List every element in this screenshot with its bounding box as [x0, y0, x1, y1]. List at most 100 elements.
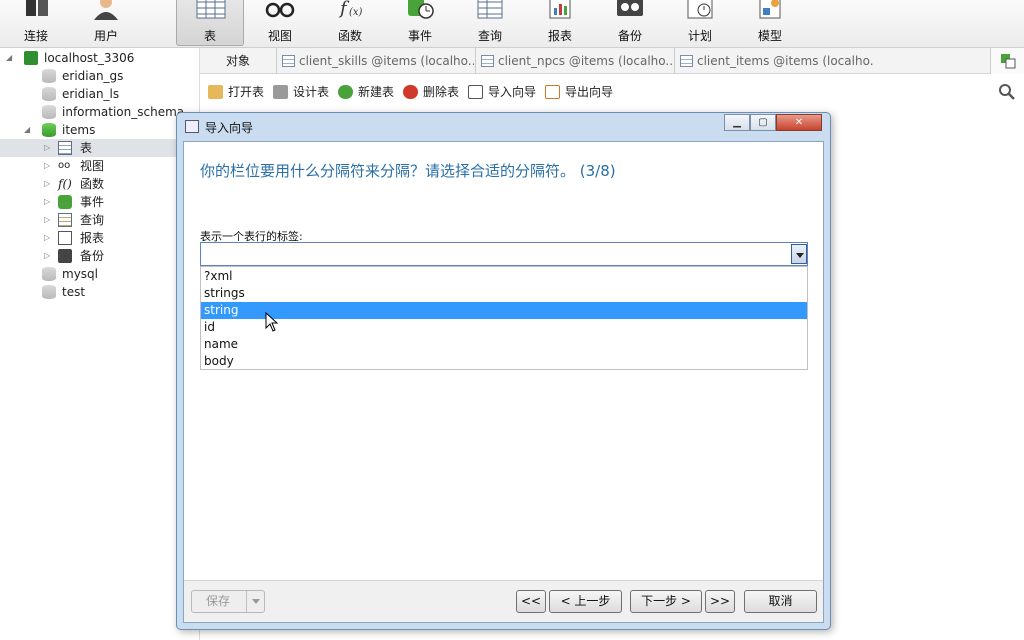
tree-item-tables[interactable]: ▷ 表 — [0, 139, 200, 157]
toolbar-user-button[interactable]: 用户 — [74, 0, 138, 46]
database-icon — [42, 69, 56, 83]
export-wizard-button[interactable]: 导出向导 — [545, 83, 613, 101]
toolbar-view-label: 视图 — [267, 29, 292, 43]
expand-arrow-icon[interactable]: ◢ — [24, 121, 34, 139]
toolbar-model-button[interactable]: 模型 — [738, 0, 802, 46]
collapse-arrow-icon[interactable]: ▷ — [44, 175, 54, 193]
new-table-icon — [338, 85, 353, 99]
database-icon — [42, 285, 56, 299]
tree-item-views[interactable]: ▷ oo 视图 — [0, 157, 200, 175]
delete-table-button[interactable]: 删除表 — [403, 83, 459, 101]
toolbar-event-button[interactable]: 事件 — [388, 0, 452, 46]
import-wizard-icon — [185, 120, 199, 133]
tree-item-reports[interactable]: ▷ 报表 — [0, 229, 200, 247]
row-tag-combobox[interactable] — [200, 242, 808, 266]
glasses-icon: oo — [58, 160, 71, 171]
next-step-button[interactable]: 下一步 > — [630, 590, 702, 613]
tree-item-queries[interactable]: ▷ 查询 — [0, 211, 200, 229]
toolbar-backup-button[interactable]: 备份 — [598, 0, 662, 46]
toolbar-connect-button[interactable]: 连接 — [4, 0, 68, 46]
dialog-title: 导入向导 — [205, 121, 254, 135]
window-controls: ▁ ▢ ✕ — [724, 114, 824, 131]
tree-item-database[interactable]: eridian_gs — [0, 67, 200, 85]
tree-item-database[interactable]: mysql — [0, 265, 200, 283]
tree-database-label: eridian_ls — [62, 87, 120, 101]
dropdown-option[interactable]: body — [201, 353, 807, 370]
import-wizard-button[interactable]: 导入向导 — [468, 83, 536, 101]
dropdown-arrow-icon[interactable] — [791, 244, 807, 264]
cancel-button[interactable]: 取消 — [744, 590, 817, 613]
tree-item-events[interactable]: ▷ 事件 — [0, 193, 200, 211]
report-icon — [58, 231, 72, 245]
event-clock-icon — [58, 195, 72, 209]
toolbar-schedule-button[interactable]: 计划 — [668, 0, 732, 46]
first-step-button[interactable]: << — [516, 590, 546, 613]
dropdown-option[interactable]: name — [201, 336, 807, 353]
save-button[interactable]: 保存 — [191, 590, 265, 613]
event-clock-icon — [408, 0, 434, 19]
tab-objects[interactable]: 对象 — [200, 48, 276, 74]
toolbar-user-label: 用户 — [93, 29, 118, 43]
toolbar-view-button[interactable]: 视图 — [248, 0, 312, 46]
tree-item-database[interactable]: test — [0, 283, 200, 301]
toolbar-report-label: 报表 — [547, 29, 572, 43]
last-step-button[interactable]: >> — [705, 590, 735, 613]
toolbar-event-label: 事件 — [407, 29, 432, 43]
toolbar-query-button[interactable]: 查询 — [458, 0, 522, 46]
tree-node-label: 查询 — [80, 213, 105, 227]
collapse-arrow-icon[interactable]: ▷ — [44, 193, 54, 211]
dialog-body: 你的栏位要用什么分隔符来分隔？请选择合适的分隔符。 (3/8) 表示一个表行的标… — [183, 141, 824, 623]
tree-database-label: eridian_gs — [62, 69, 124, 83]
tree-database-label: items — [62, 123, 96, 137]
dropdown-option[interactable]: id — [201, 319, 807, 336]
tree-node-label: 表 — [80, 141, 93, 155]
database-open-icon — [42, 123, 56, 137]
previous-step-button[interactable]: < 上一步 — [549, 590, 622, 613]
collapse-arrow-icon[interactable]: ▷ — [44, 229, 54, 247]
function-icon: f() — [58, 177, 72, 191]
tree-item-database[interactable]: information_schema — [0, 103, 200, 121]
dialog-titlebar[interactable]: 导入向导 ▁ ▢ ✕ — [177, 113, 830, 141]
toolbar-schedule-label: 计划 — [687, 29, 712, 43]
tab-client-npcs[interactable]: client_npcs @items (localho... — [475, 48, 673, 74]
import-wizard-dialog: 导入向导 ▁ ▢ ✕ 你的栏位要用什么分隔符来分隔？请选择合适的分隔符。 (3/… — [176, 112, 831, 630]
minimize-button[interactable]: ▁ — [724, 114, 750, 131]
expand-arrow-icon[interactable]: ◢ — [6, 49, 16, 67]
minimize-icon: ▁ — [733, 117, 741, 128]
design-table-button[interactable]: 设计表 — [273, 83, 329, 101]
open-table-icon — [208, 85, 223, 99]
tree-node-label: 备份 — [80, 249, 105, 263]
dropdown-option-highlighted[interactable]: string — [201, 302, 807, 319]
tab-client-items[interactable]: client_items @items (localho... — [674, 48, 874, 74]
collapse-arrow-icon[interactable]: ▷ — [44, 139, 54, 157]
table-icon — [282, 55, 295, 67]
toolbar-report-button[interactable]: 报表 — [528, 0, 592, 46]
new-table-button[interactable]: 新建表 — [338, 83, 394, 101]
toolbar-connect-label: 连接 — [23, 29, 48, 43]
chevron-down-icon[interactable] — [246, 591, 264, 612]
server-icon — [24, 51, 38, 65]
toolbar-model-label: 模型 — [757, 29, 782, 43]
toolbar-table-button[interactable]: 表 — [176, 0, 244, 46]
database-icon — [42, 105, 56, 119]
schedule-icon — [687, 0, 713, 19]
dropdown-option[interactable]: strings — [201, 285, 807, 302]
dropdown-option[interactable]: ?xml — [201, 268, 807, 285]
toolbar-function-button[interactable]: f (x) 函数 — [318, 0, 382, 46]
tree-item-database-items[interactable]: ◢ items — [0, 121, 200, 139]
close-button[interactable]: ✕ — [776, 114, 822, 131]
collapse-arrow-icon[interactable]: ▷ — [44, 247, 54, 265]
tree-node-label: 事件 — [80, 195, 105, 209]
object-tab-bar: 对象 client_skills @items (localho... clie… — [200, 48, 1024, 74]
new-tab-button[interactable] — [990, 48, 1024, 74]
search-icon[interactable] — [998, 83, 1016, 101]
tree-item-backups[interactable]: ▷ 备份 — [0, 247, 200, 265]
maximize-button[interactable]: ▢ — [750, 114, 776, 131]
collapse-arrow-icon[interactable]: ▷ — [44, 157, 54, 175]
open-table-button[interactable]: 打开表 — [208, 83, 264, 101]
tree-item-database[interactable]: eridian_ls — [0, 85, 200, 103]
tab-client-skills[interactable]: client_skills @items (localho... — [276, 48, 474, 74]
tree-item-connection[interactable]: ◢ localhost_3306 — [0, 49, 200, 67]
collapse-arrow-icon[interactable]: ▷ — [44, 211, 54, 229]
tree-item-functions[interactable]: ▷ f() 函数 — [0, 175, 200, 193]
